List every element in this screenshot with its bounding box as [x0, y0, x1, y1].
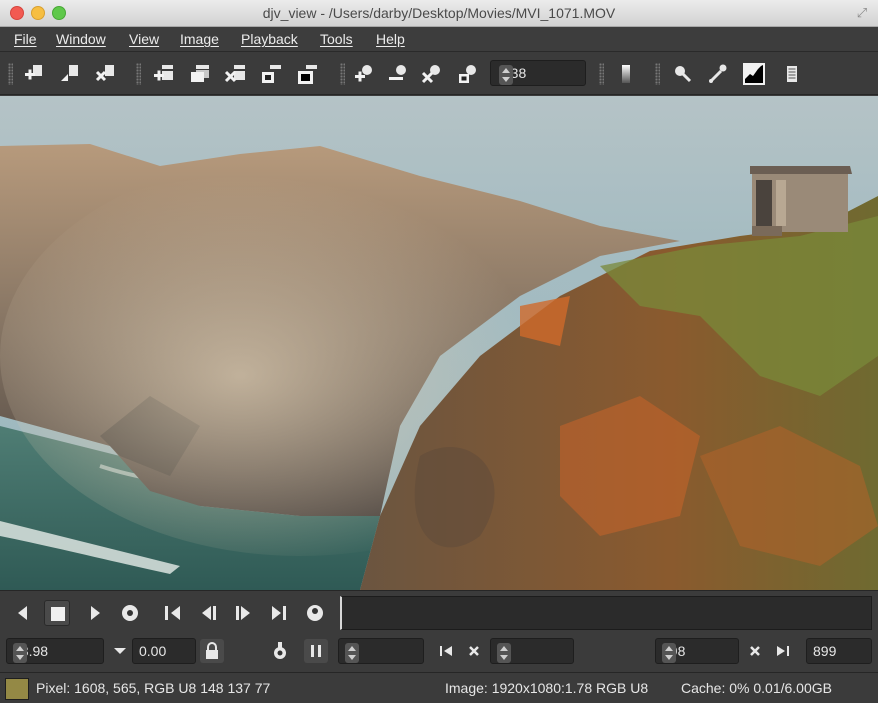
real-speed-value: 0.00 [139, 643, 167, 659]
out-point-input[interactable]: 898 [655, 638, 739, 664]
go-to-end-icon[interactable] [266, 600, 292, 626]
view-zoom-out-icon[interactable] [386, 62, 410, 86]
toolbar-grip[interactable] [599, 63, 604, 85]
view-zoom-reset-icon[interactable] [420, 62, 444, 86]
close-window-button[interactable] [10, 6, 24, 20]
menu-help[interactable]: Help [376, 31, 405, 47]
pixel-info: Pixel: 1608, 565, RGB U8 148 137 77 [36, 680, 271, 696]
window-new-icon[interactable] [152, 62, 176, 86]
movie-frame-image [0, 96, 878, 590]
toolbar-grip[interactable] [8, 63, 13, 85]
window-fit-icon[interactable] [260, 62, 284, 86]
in-point-stepper[interactable] [497, 643, 511, 663]
view-fit-icon[interactable] [456, 62, 480, 86]
histogram-icon[interactable] [742, 62, 766, 86]
menu-view[interactable]: View [129, 31, 159, 47]
app-window: djv_view - /Users/darby/Desktop/Movies/M… [0, 0, 878, 703]
view-zoom-in-icon[interactable] [352, 62, 376, 86]
image-info: Image: 1920x1080:1.78 RGB U8 [445, 680, 649, 696]
previous-frame-icon[interactable] [196, 600, 222, 626]
window-close-icon[interactable] [224, 62, 248, 86]
image-channel-icon[interactable] [614, 62, 638, 86]
zoom-stepper[interactable] [499, 65, 513, 85]
end-frame-display: 899 [806, 638, 872, 664]
audio-mute-icon[interactable] [268, 639, 292, 663]
toolbar-grip[interactable] [136, 63, 141, 85]
go-to-start-icon[interactable] [160, 600, 186, 626]
frame-step-mode-icon[interactable] [302, 600, 328, 626]
pause-button[interactable] [304, 639, 328, 663]
loop-mode-icon[interactable] [117, 600, 143, 626]
pause-icon [311, 645, 321, 657]
speed-lock-icon[interactable] [200, 639, 224, 663]
cache-info: Cache: 0% 0.01/6.00GB [681, 680, 832, 696]
current-frame-input[interactable]: 0 [338, 638, 424, 664]
speed-menu-icon[interactable] [108, 639, 132, 663]
playback-panel: 23.98 0.00 0 0 [0, 590, 878, 672]
file-reload-icon[interactable] [58, 62, 82, 86]
color-picker-icon[interactable] [706, 62, 730, 86]
fullscreen-icon[interactable]: ⤢ [854, 6, 870, 20]
toolbar [0, 53, 878, 95]
out-point-stepper[interactable] [662, 643, 676, 663]
zoom-input[interactable]: 0.38 [490, 60, 586, 86]
image-viewport[interactable] [0, 96, 878, 590]
window-copy-icon[interactable] [188, 62, 212, 86]
menu-file[interactable]: File [14, 31, 37, 47]
real-speed-display: 0.00 [132, 638, 196, 664]
file-close-icon[interactable] [94, 62, 118, 86]
set-in-point-icon[interactable] [434, 639, 458, 663]
play-forward-icon[interactable] [82, 600, 108, 626]
current-frame-stepper[interactable] [345, 643, 359, 663]
playback-speed-stepper[interactable] [13, 643, 27, 663]
set-out-point-icon[interactable] [771, 639, 795, 663]
next-frame-icon[interactable] [230, 600, 256, 626]
stop-button[interactable] [44, 600, 70, 626]
menu-window[interactable]: Window [56, 31, 106, 47]
window-title: djv_view - /Users/darby/Desktop/Movies/M… [262, 5, 616, 21]
stop-icon [51, 607, 65, 621]
info-tool-icon[interactable] [780, 62, 804, 86]
toolbar-grip[interactable] [340, 63, 345, 85]
title-bar: djv_view - /Users/darby/Desktop/Movies/M… [0, 0, 878, 27]
menu-bar: File Window View Image Playback Tools He… [0, 27, 878, 52]
zoom-window-button[interactable] [52, 6, 66, 20]
minimize-window-button[interactable] [31, 6, 45, 20]
menu-playback[interactable]: Playback [241, 31, 298, 47]
window-fullscreen-icon[interactable] [296, 62, 320, 86]
play-reverse-icon[interactable] [10, 600, 36, 626]
menu-tools[interactable]: Tools [320, 31, 353, 47]
frame-timeline-slider[interactable] [340, 596, 872, 630]
end-frame-value: 899 [813, 643, 837, 659]
pixel-color-swatch [5, 678, 29, 700]
file-open-icon[interactable] [22, 62, 46, 86]
playback-speed-input[interactable]: 23.98 [6, 638, 104, 664]
toolbar-grip[interactable] [655, 63, 660, 85]
clear-in-point-icon[interactable] [462, 639, 486, 663]
menu-image[interactable]: Image [180, 31, 219, 47]
in-point-input[interactable]: 0 [490, 638, 574, 664]
clear-out-point-icon[interactable] [743, 639, 767, 663]
magnify-tool-icon[interactable] [670, 62, 694, 86]
status-bar: Pixel: 1608, 565, RGB U8 148 137 77 Imag… [0, 672, 878, 703]
